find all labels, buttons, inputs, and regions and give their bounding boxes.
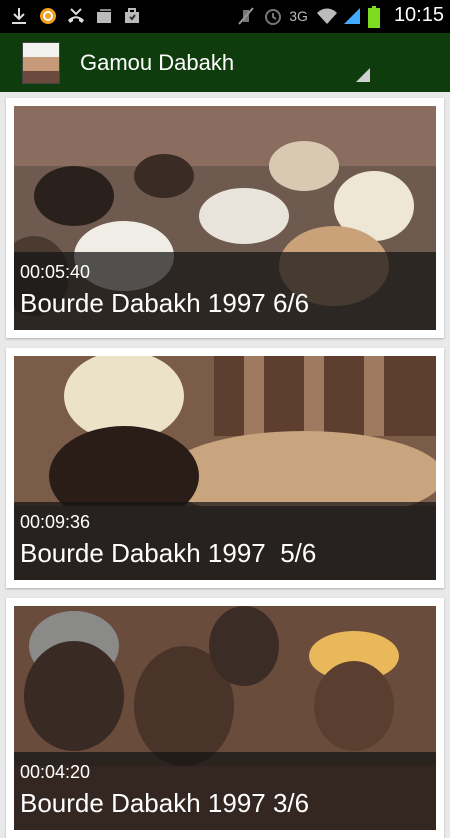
missed-call-icon <box>66 6 84 26</box>
video-card[interactable]: 00:05:40 Bourde Dabakh 1997 6/6 <box>6 98 444 338</box>
video-duration: 00:05:40 <box>20 262 91 282</box>
action-bar: Gamou Dabakh <box>0 33 450 92</box>
dropdown-indicator-icon[interactable] <box>356 68 370 82</box>
video-info-overlay: 00:09:36 Bourde Dabakh 1997 5/6 <box>14 502 436 580</box>
download-icon <box>10 6 28 26</box>
video-duration: 00:09:36 <box>20 512 91 532</box>
video-thumbnail[interactable]: 00:05:40 Bourde Dabakh 1997 6/6 <box>14 106 436 330</box>
portrait-icon[interactable] <box>22 41 60 84</box>
video-thumbnail[interactable]: 00:04:20 Bourde Dabakh 1997 3/6 <box>14 606 436 830</box>
video-card[interactable]: 00:04:20 Bourde Dabakh 1997 3/6 <box>6 598 444 838</box>
video-title[interactable]: Bourde Dabakh 1997 5/6 <box>20 538 316 569</box>
video-info-overlay: 00:05:40 Bourde Dabakh 1997 6/6 <box>14 252 436 330</box>
bag-icon <box>122 6 140 26</box>
video-card[interactable]: 00:09:36 Bourde Dabakh 1997 5/6 <box>6 348 444 588</box>
video-thumbnail[interactable]: 00:09:36 Bourde Dabakh 1997 5/6 <box>14 356 436 580</box>
app-title[interactable]: Gamou Dabakh <box>80 50 234 76</box>
video-title[interactable]: Bourde Dabakh 1997 6/6 <box>20 288 309 319</box>
wifi-icon <box>316 6 337 26</box>
clock: 10:15 <box>393 4 444 26</box>
video-info-overlay: 00:04:20 Bourde Dabakh 1997 3/6 <box>14 752 436 830</box>
alarm-icon <box>263 6 282 26</box>
mute-icon <box>237 6 255 26</box>
video-title[interactable]: Bourde Dabakh 1997 3/6 <box>20 788 309 819</box>
network-type: 3G <box>289 7 308 24</box>
q-app-icon <box>38 6 56 26</box>
photos-icon <box>94 6 112 26</box>
battery-icon <box>367 5 386 28</box>
signal-icon <box>342 6 360 26</box>
status-bar: 3G 10:15 <box>0 0 450 33</box>
video-duration: 00:04:20 <box>20 762 91 782</box>
